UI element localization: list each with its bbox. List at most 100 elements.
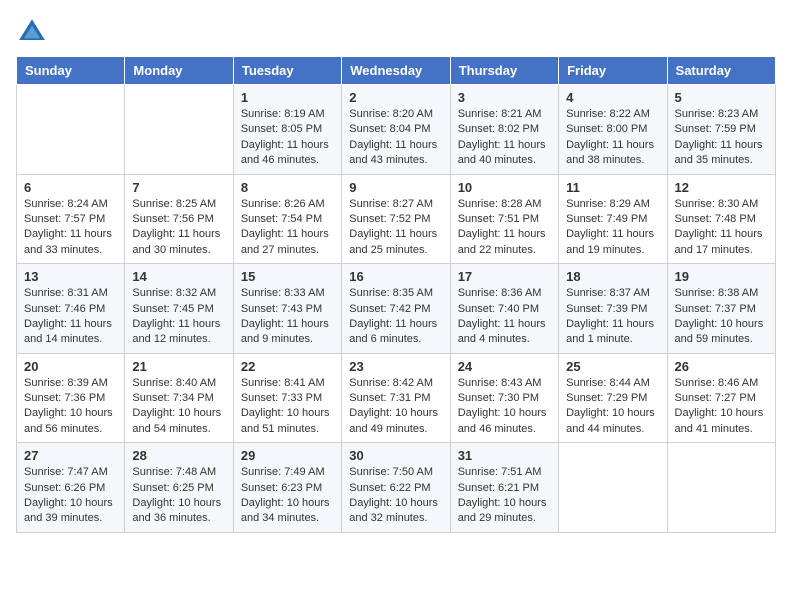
- day-number: 5: [675, 90, 768, 105]
- day-cell: 28 Sunrise: 7:48 AMSunset: 6:25 PMDaylig…: [125, 443, 233, 533]
- day-cell: 27 Sunrise: 7:47 AMSunset: 6:26 PMDaylig…: [17, 443, 125, 533]
- cell-info: Sunrise: 8:38 AMSunset: 7:37 PMDaylight:…: [675, 287, 764, 345]
- day-cell: 15 Sunrise: 8:33 AMSunset: 7:43 PMDaylig…: [233, 264, 341, 354]
- day-cell: 18 Sunrise: 8:37 AMSunset: 7:39 PMDaylig…: [559, 264, 667, 354]
- day-cell: 26 Sunrise: 8:46 AMSunset: 7:27 PMDaylig…: [667, 353, 775, 443]
- day-number: 8: [241, 180, 334, 195]
- day-cell: 14 Sunrise: 8:32 AMSunset: 7:45 PMDaylig…: [125, 264, 233, 354]
- cell-info: Sunrise: 8:20 AMSunset: 8:04 PMDaylight:…: [349, 108, 437, 166]
- day-cell: 24 Sunrise: 8:43 AMSunset: 7:30 PMDaylig…: [450, 353, 558, 443]
- day-cell: 4 Sunrise: 8:22 AMSunset: 8:00 PMDayligh…: [559, 85, 667, 175]
- logo-icon: [16, 16, 48, 48]
- day-number: 14: [132, 269, 225, 284]
- cell-info: Sunrise: 7:48 AMSunset: 6:25 PMDaylight:…: [132, 466, 221, 524]
- cell-info: Sunrise: 7:49 AMSunset: 6:23 PMDaylight:…: [241, 466, 330, 524]
- cell-info: Sunrise: 8:40 AMSunset: 7:34 PMDaylight:…: [132, 377, 221, 435]
- week-row-2: 6 Sunrise: 8:24 AMSunset: 7:57 PMDayligh…: [17, 174, 776, 264]
- cell-info: Sunrise: 7:50 AMSunset: 6:22 PMDaylight:…: [349, 466, 438, 524]
- cell-info: Sunrise: 8:26 AMSunset: 7:54 PMDaylight:…: [241, 198, 329, 256]
- day-number: 15: [241, 269, 334, 284]
- cell-info: Sunrise: 8:19 AMSunset: 8:05 PMDaylight:…: [241, 108, 329, 166]
- cell-info: Sunrise: 8:39 AMSunset: 7:36 PMDaylight:…: [24, 377, 113, 435]
- cell-info: Sunrise: 8:36 AMSunset: 7:40 PMDaylight:…: [458, 287, 546, 345]
- day-header-monday: Monday: [125, 57, 233, 85]
- day-cell: 12 Sunrise: 8:30 AMSunset: 7:48 PMDaylig…: [667, 174, 775, 264]
- day-cell: 22 Sunrise: 8:41 AMSunset: 7:33 PMDaylig…: [233, 353, 341, 443]
- day-cell: 17 Sunrise: 8:36 AMSunset: 7:40 PMDaylig…: [450, 264, 558, 354]
- day-cell: 16 Sunrise: 8:35 AMSunset: 7:42 PMDaylig…: [342, 264, 450, 354]
- cell-info: Sunrise: 8:31 AMSunset: 7:46 PMDaylight:…: [24, 287, 112, 345]
- day-cell: 6 Sunrise: 8:24 AMSunset: 7:57 PMDayligh…: [17, 174, 125, 264]
- day-cell: 20 Sunrise: 8:39 AMSunset: 7:36 PMDaylig…: [17, 353, 125, 443]
- cell-info: Sunrise: 8:35 AMSunset: 7:42 PMDaylight:…: [349, 287, 437, 345]
- day-number: 13: [24, 269, 117, 284]
- day-number: 28: [132, 448, 225, 463]
- day-cell: 2 Sunrise: 8:20 AMSunset: 8:04 PMDayligh…: [342, 85, 450, 175]
- day-number: 20: [24, 359, 117, 374]
- logo: [16, 16, 52, 48]
- cell-info: Sunrise: 8:29 AMSunset: 7:49 PMDaylight:…: [566, 198, 654, 256]
- day-number: 23: [349, 359, 442, 374]
- day-number: 6: [24, 180, 117, 195]
- day-cell: 25 Sunrise: 8:44 AMSunset: 7:29 PMDaylig…: [559, 353, 667, 443]
- day-number: 1: [241, 90, 334, 105]
- day-number: 2: [349, 90, 442, 105]
- day-header-sunday: Sunday: [17, 57, 125, 85]
- header: [16, 16, 776, 48]
- cell-info: Sunrise: 8:44 AMSunset: 7:29 PMDaylight:…: [566, 377, 655, 435]
- cell-info: Sunrise: 8:25 AMSunset: 7:56 PMDaylight:…: [132, 198, 220, 256]
- cell-info: Sunrise: 8:42 AMSunset: 7:31 PMDaylight:…: [349, 377, 438, 435]
- day-cell: 19 Sunrise: 8:38 AMSunset: 7:37 PMDaylig…: [667, 264, 775, 354]
- day-cell: 23 Sunrise: 8:42 AMSunset: 7:31 PMDaylig…: [342, 353, 450, 443]
- cell-info: Sunrise: 8:46 AMSunset: 7:27 PMDaylight:…: [675, 377, 764, 435]
- day-number: 22: [241, 359, 334, 374]
- calendar-header-row: SundayMondayTuesdayWednesdayThursdayFrid…: [17, 57, 776, 85]
- week-row-1: 1 Sunrise: 8:19 AMSunset: 8:05 PMDayligh…: [17, 85, 776, 175]
- cell-info: Sunrise: 8:37 AMSunset: 7:39 PMDaylight:…: [566, 287, 654, 345]
- cell-info: Sunrise: 8:30 AMSunset: 7:48 PMDaylight:…: [675, 198, 763, 256]
- day-header-thursday: Thursday: [450, 57, 558, 85]
- cell-info: Sunrise: 8:43 AMSunset: 7:30 PMDaylight:…: [458, 377, 547, 435]
- day-number: 10: [458, 180, 551, 195]
- day-number: 26: [675, 359, 768, 374]
- day-number: 3: [458, 90, 551, 105]
- day-header-friday: Friday: [559, 57, 667, 85]
- day-number: 12: [675, 180, 768, 195]
- cell-info: Sunrise: 8:28 AMSunset: 7:51 PMDaylight:…: [458, 198, 546, 256]
- day-number: 19: [675, 269, 768, 284]
- cell-info: Sunrise: 8:32 AMSunset: 7:45 PMDaylight:…: [132, 287, 220, 345]
- day-cell: 3 Sunrise: 8:21 AMSunset: 8:02 PMDayligh…: [450, 85, 558, 175]
- cell-info: Sunrise: 8:27 AMSunset: 7:52 PMDaylight:…: [349, 198, 437, 256]
- day-cell: 21 Sunrise: 8:40 AMSunset: 7:34 PMDaylig…: [125, 353, 233, 443]
- day-number: 17: [458, 269, 551, 284]
- day-cell: 11 Sunrise: 8:29 AMSunset: 7:49 PMDaylig…: [559, 174, 667, 264]
- day-cell: 8 Sunrise: 8:26 AMSunset: 7:54 PMDayligh…: [233, 174, 341, 264]
- week-row-3: 13 Sunrise: 8:31 AMSunset: 7:46 PMDaylig…: [17, 264, 776, 354]
- cell-info: Sunrise: 8:41 AMSunset: 7:33 PMDaylight:…: [241, 377, 330, 435]
- day-number: 25: [566, 359, 659, 374]
- day-number: 21: [132, 359, 225, 374]
- cell-info: Sunrise: 8:23 AMSunset: 7:59 PMDaylight:…: [675, 108, 763, 166]
- day-cell: [125, 85, 233, 175]
- day-number: 11: [566, 180, 659, 195]
- day-cell: 1 Sunrise: 8:19 AMSunset: 8:05 PMDayligh…: [233, 85, 341, 175]
- cell-info: Sunrise: 7:47 AMSunset: 6:26 PMDaylight:…: [24, 466, 113, 524]
- calendar: SundayMondayTuesdayWednesdayThursdayFrid…: [16, 56, 776, 533]
- week-row-5: 27 Sunrise: 7:47 AMSunset: 6:26 PMDaylig…: [17, 443, 776, 533]
- day-number: 30: [349, 448, 442, 463]
- day-cell: [667, 443, 775, 533]
- day-cell: [17, 85, 125, 175]
- day-cell: 7 Sunrise: 8:25 AMSunset: 7:56 PMDayligh…: [125, 174, 233, 264]
- day-number: 9: [349, 180, 442, 195]
- day-cell: 31 Sunrise: 7:51 AMSunset: 6:21 PMDaylig…: [450, 443, 558, 533]
- day-number: 7: [132, 180, 225, 195]
- day-cell: 13 Sunrise: 8:31 AMSunset: 7:46 PMDaylig…: [17, 264, 125, 354]
- cell-info: Sunrise: 8:21 AMSunset: 8:02 PMDaylight:…: [458, 108, 546, 166]
- day-header-wednesday: Wednesday: [342, 57, 450, 85]
- day-cell: 9 Sunrise: 8:27 AMSunset: 7:52 PMDayligh…: [342, 174, 450, 264]
- day-cell: 10 Sunrise: 8:28 AMSunset: 7:51 PMDaylig…: [450, 174, 558, 264]
- day-number: 24: [458, 359, 551, 374]
- day-number: 4: [566, 90, 659, 105]
- cell-info: Sunrise: 8:33 AMSunset: 7:43 PMDaylight:…: [241, 287, 329, 345]
- cell-info: Sunrise: 7:51 AMSunset: 6:21 PMDaylight:…: [458, 466, 547, 524]
